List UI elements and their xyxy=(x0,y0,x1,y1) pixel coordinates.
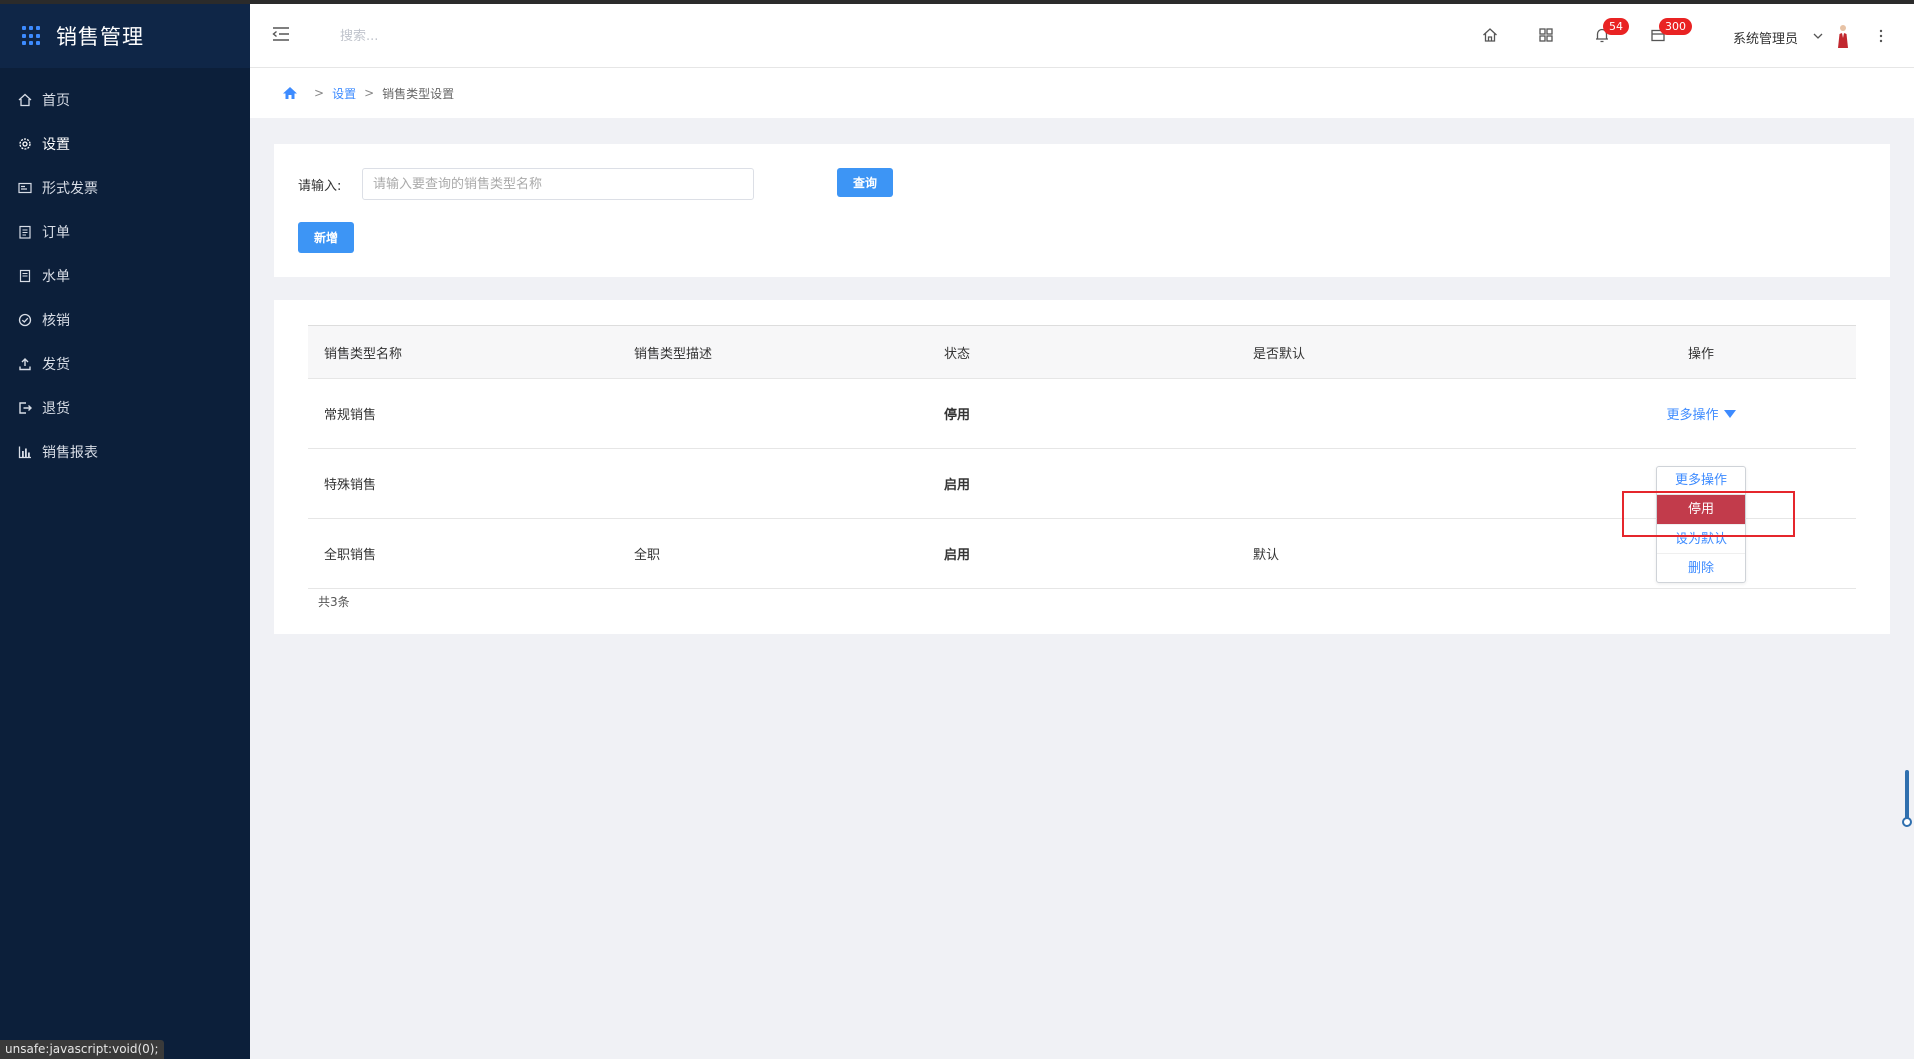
gear-icon xyxy=(18,137,32,151)
app-title: 销售管理 xyxy=(56,25,144,49)
messages-icon[interactable]: 300 xyxy=(1649,18,1692,44)
sidebar-item-label: 发货 xyxy=(42,357,70,373)
sidebar-item-orders[interactable]: 订单 xyxy=(0,210,250,254)
more-actions-label: 更多操作 xyxy=(1666,408,1719,423)
cell-description xyxy=(618,378,928,449)
query-label: 请输入: xyxy=(298,179,342,194)
column-header-description: 销售类型描述 xyxy=(618,325,928,379)
cell-description: 全职 xyxy=(618,518,928,589)
cell-name: 常规销售 xyxy=(308,378,618,449)
breadcrumb: > 设置 > 销售类型设置 xyxy=(250,68,1914,118)
notification-bell-icon[interactable]: 54 xyxy=(1593,18,1629,44)
sidebar-item-settings[interactable]: 设置 xyxy=(0,122,250,166)
table-row: 常规销售 停用 更多操作 xyxy=(308,378,1856,449)
cell-status: 停用 xyxy=(928,378,1237,449)
query-button[interactable]: 查询 xyxy=(837,168,893,197)
breadcrumb-separator: > xyxy=(314,86,325,100)
brand: 销售管理 xyxy=(0,4,250,68)
breadcrumb-current: 销售类型设置 xyxy=(382,86,455,101)
sidebar-item-shipping[interactable]: 发货 xyxy=(0,342,250,386)
bar-chart-icon xyxy=(18,445,32,459)
cell-actions: 更多操作 xyxy=(1546,378,1856,449)
sidebar-item-label: 核销 xyxy=(42,313,70,329)
sales-type-table: 销售类型名称 销售类型描述 状态 是否默认 操作 常规销售 停用 更多操作 特殊… xyxy=(308,325,1856,589)
column-header-status: 状态 xyxy=(928,325,1237,379)
receipt-icon xyxy=(18,269,32,283)
upload-icon xyxy=(18,357,32,371)
menu-toggle-icon[interactable] xyxy=(272,26,290,42)
cell-description xyxy=(618,448,928,519)
home-icon[interactable] xyxy=(282,86,298,100)
cell-status: 启用 xyxy=(928,518,1237,589)
sales-type-search-input[interactable] xyxy=(362,168,754,200)
header-search-input[interactable] xyxy=(340,24,600,48)
table-header-row: 销售类型名称 销售类型描述 状态 是否默认 操作 xyxy=(308,325,1856,379)
apps-grid-icon[interactable] xyxy=(22,26,42,46)
invoice-icon xyxy=(18,181,32,195)
avatar[interactable] xyxy=(1836,24,1850,48)
cell-status: 启用 xyxy=(928,448,1237,519)
status-bar-url: unsafe:javascript:void(0); xyxy=(0,1040,164,1059)
home-icon xyxy=(18,93,32,107)
column-header-actions: 操作 xyxy=(1546,325,1856,379)
clipboard-icon xyxy=(18,225,32,239)
column-header-default: 是否默认 xyxy=(1237,325,1546,379)
top-header: 54 300 系统管理员 xyxy=(250,4,1914,68)
table-panel: 销售类型名称 销售类型描述 状态 是否默认 操作 常规销售 停用 更多操作 特殊… xyxy=(274,300,1890,634)
sidebar-item-label: 首页 xyxy=(42,93,70,109)
sidebar-item-label: 水单 xyxy=(42,269,70,285)
chevron-down-icon[interactable] xyxy=(1813,32,1823,40)
column-header-name: 销售类型名称 xyxy=(308,325,618,379)
sidebar-item-label: 设置 xyxy=(42,137,70,153)
messages-badge: 300 xyxy=(1659,18,1692,35)
cell-default xyxy=(1237,378,1546,449)
scroll-indicator[interactable] xyxy=(1902,770,1912,827)
sidebar-item-label: 退货 xyxy=(42,401,70,417)
sidebar-item-label: 销售报表 xyxy=(42,445,98,461)
notification-badge: 54 xyxy=(1603,18,1629,35)
sidebar-item-sales-report[interactable]: 销售报表 xyxy=(0,430,250,474)
user-name[interactable]: 系统管理员 xyxy=(1733,28,1798,47)
add-button[interactable]: 新增 xyxy=(298,222,354,253)
sidebar-item-label: 订单 xyxy=(42,225,70,241)
return-icon xyxy=(18,401,32,415)
breadcrumb-settings[interactable]: 设置 xyxy=(332,85,356,102)
breadcrumb-separator: > xyxy=(364,86,375,100)
cell-default xyxy=(1237,448,1546,519)
home-icon[interactable] xyxy=(1481,26,1499,44)
cell-default: 默认 xyxy=(1237,518,1546,589)
caret-down-icon xyxy=(1723,409,1736,418)
check-circle-icon xyxy=(18,313,32,327)
total-count: 共3条 xyxy=(318,595,350,609)
highlight-annotation-box xyxy=(1622,491,1795,537)
sidebar-item-label: 形式发票 xyxy=(42,181,98,197)
more-actions-button[interactable]: 更多操作 xyxy=(1666,404,1736,423)
more-vertical-icon[interactable] xyxy=(1878,28,1884,44)
sidebar-item-home[interactable]: 首页 xyxy=(0,78,250,122)
sidebar-nav: 首页 设置 形式发票 订单 水单 核销 发货 退货 销售报表 xyxy=(0,78,250,474)
query-panel: 请输入: 查询 新增 xyxy=(274,144,1890,277)
grid-apps-icon[interactable] xyxy=(1537,26,1555,44)
sidebar: 销售管理 首页 设置 形式发票 订单 水单 核销 发货 退货 销售报表 xyxy=(0,4,250,1059)
sidebar-item-writeoff[interactable]: 核销 xyxy=(0,298,250,342)
cell-name: 全职销售 xyxy=(308,518,618,589)
sidebar-item-returns[interactable]: 退货 xyxy=(0,386,250,430)
delete-menu-item[interactable]: 删除 xyxy=(1657,553,1745,582)
cell-name: 特殊销售 xyxy=(308,448,618,519)
sidebar-item-bank-slip[interactable]: 水单 xyxy=(0,254,250,298)
sidebar-item-proforma-invoice[interactable]: 形式发票 xyxy=(0,166,250,210)
